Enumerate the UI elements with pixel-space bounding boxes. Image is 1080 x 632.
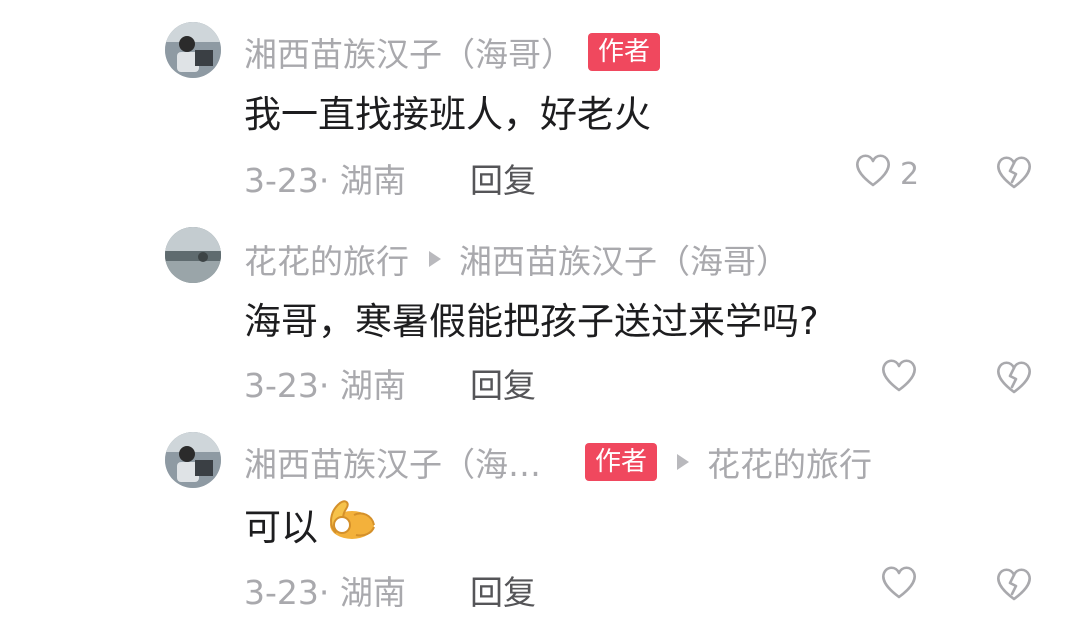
- heart-outline-icon: [880, 357, 918, 401]
- avatar[interactable]: [165, 227, 221, 283]
- comment-meta: 3-23· 湖南: [244, 573, 406, 612]
- comment-header: 湘西苗族汉子（海… 作者 花花的旅行: [244, 440, 872, 484]
- heart-outline-icon: [880, 564, 918, 608]
- author-name[interactable]: 湘西苗族汉子（海…: [244, 438, 541, 486]
- reply-button[interactable]: 回复: [470, 361, 536, 405]
- reply-arrow-icon: [677, 454, 690, 470]
- ok-hand-emoji-icon: [322, 495, 378, 554]
- comment-text: 我一直找接班人，好老火: [244, 93, 651, 136]
- heart-outline-icon: [854, 152, 892, 196]
- reply-to-name[interactable]: 湘西苗族汉子（海哥）: [459, 235, 789, 283]
- like-button[interactable]: [880, 564, 918, 608]
- reply-button[interactable]: 回复: [470, 568, 536, 612]
- reply-button[interactable]: 回复: [470, 156, 536, 200]
- like-button[interactable]: 2: [854, 152, 919, 196]
- comment-header: 花花的旅行 湘西苗族汉子（海哥）: [244, 237, 789, 281]
- avatar[interactable]: [165, 432, 221, 488]
- author-badge: 作者: [588, 33, 661, 71]
- broken-heart-icon: [995, 154, 1033, 194]
- comment-header: 湘西苗族汉子（海哥） 作者: [244, 28, 661, 76]
- dislike-button[interactable]: [995, 152, 1033, 196]
- comment-text-content: 可以: [244, 506, 318, 549]
- comment-text: 可以: [244, 496, 378, 552]
- comment-item: 湘西苗族汉子（海哥） 作者 我一直找接班人，好老火 3-23· 湖南 回复 2: [0, 0, 1080, 200]
- comment-item: 湘西苗族汉子（海… 作者 花花的旅行 可以 3-23· 湖南 回复: [0, 410, 1080, 612]
- author-name[interactable]: 湘西苗族汉子（海哥）: [244, 28, 574, 76]
- comment-meta: 3-23· 湖南: [244, 161, 406, 200]
- broken-heart-icon: [995, 359, 1033, 399]
- reply-to-name[interactable]: 花花的旅行: [707, 438, 872, 486]
- dislike-button[interactable]: [995, 357, 1033, 401]
- comment-text: 海哥，寒暑假能把孩子送过来学吗?: [244, 300, 819, 343]
- comment-list: 湘西苗族汉子（海哥） 作者 我一直找接班人，好老火 3-23· 湖南 回复 2: [0, 0, 1080, 632]
- broken-heart-icon: [995, 566, 1033, 606]
- like-count: 2: [900, 156, 920, 192]
- like-button[interactable]: [880, 357, 918, 401]
- comment-item: 花花的旅行 湘西苗族汉子（海哥） 海哥，寒暑假能把孩子送过来学吗? 3-23· …: [0, 205, 1080, 405]
- avatar[interactable]: [165, 22, 221, 78]
- comment-meta: 3-23· 湖南: [244, 366, 406, 405]
- reply-arrow-icon: [429, 251, 441, 267]
- dislike-button[interactable]: [995, 564, 1033, 608]
- author-badge: 作者: [585, 443, 658, 481]
- author-name[interactable]: 花花的旅行: [244, 235, 409, 283]
